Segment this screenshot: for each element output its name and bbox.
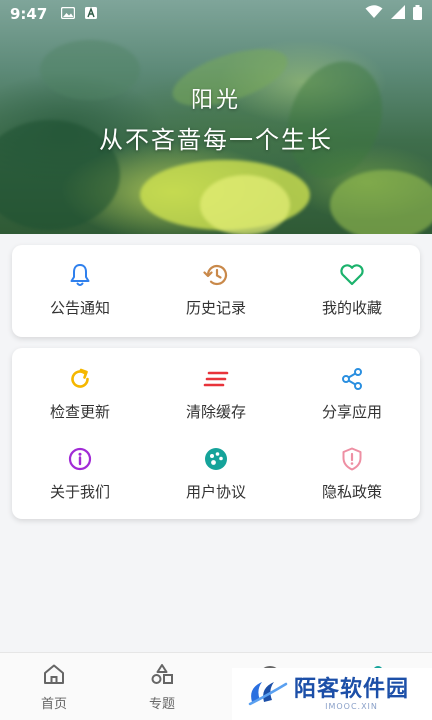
hero-line-2: 从不吝啬每一个生长 xyxy=(99,126,333,154)
watermark-title: 陌客软件园 xyxy=(294,676,410,702)
quick-actions-card: 公告通知 历史记录 我的收藏 xyxy=(12,245,420,337)
hero-poem: 阳光 从不吝啬每一个生长 xyxy=(0,82,432,155)
nav-topics[interactable]: 专题 xyxy=(108,653,216,720)
favorites-label: 我的收藏 xyxy=(321,299,382,317)
history-icon xyxy=(203,262,229,288)
history-button[interactable]: 历史记录 xyxy=(148,245,284,337)
status-bar: 9:47 xyxy=(0,0,432,28)
status-time: 9:47 xyxy=(10,5,48,23)
nav-home[interactable]: 首页 xyxy=(0,653,108,720)
header-banner: 9:47 阳光 从不吝啬每一个生长 xyxy=(0,0,432,234)
notice-label: 公告通知 xyxy=(49,299,110,317)
heart-icon xyxy=(339,262,365,288)
battery-icon xyxy=(413,4,422,24)
clear-cache-icon xyxy=(203,366,229,392)
clear-cache-button[interactable]: 清除缓存 xyxy=(148,350,284,430)
about-us-button[interactable]: 关于我们 xyxy=(12,430,148,510)
share-app-label: 分享应用 xyxy=(321,403,382,421)
wifi-icon xyxy=(365,5,383,23)
home-icon xyxy=(42,663,66,689)
notice-button[interactable]: 公告通知 xyxy=(12,245,148,337)
user-agreement-button[interactable]: 用户协议 xyxy=(148,430,284,510)
favorites-button[interactable]: 我的收藏 xyxy=(284,245,420,337)
check-update-button[interactable]: 检查更新 xyxy=(12,350,148,430)
hero-line-1: 阳光 xyxy=(190,88,241,113)
bell-icon xyxy=(67,262,93,288)
privacy-policy-button[interactable]: 隐私政策 xyxy=(284,430,420,510)
image-notification-icon xyxy=(61,5,76,23)
clear-cache-label: 清除缓存 xyxy=(185,403,246,421)
watermark-subtitle: IMOOC.XIN xyxy=(325,701,378,711)
check-update-label: 检查更新 xyxy=(49,403,110,421)
shapes-icon xyxy=(150,663,174,689)
user-agreement-label: 用户协议 xyxy=(185,483,246,501)
nav-home-label: 首页 xyxy=(40,697,67,712)
about-us-label: 关于我们 xyxy=(49,483,110,501)
settings-card: 检查更新 清除缓存 分享应用 关于我们 用户协议 隐私政策 xyxy=(12,348,420,519)
privacy-policy-label: 隐私政策 xyxy=(321,483,382,501)
share-icon xyxy=(339,366,365,392)
share-app-button[interactable]: 分享应用 xyxy=(284,350,420,430)
watermark: 陌客软件园 IMOOC.XIN xyxy=(232,668,432,720)
shield-icon xyxy=(339,446,365,472)
nav-topics-label: 专题 xyxy=(148,697,175,712)
refresh-icon xyxy=(67,366,93,392)
palette-icon xyxy=(203,446,229,472)
history-label: 历史记录 xyxy=(185,299,246,317)
signal-icon xyxy=(391,5,405,23)
info-icon xyxy=(67,446,93,472)
watermark-logo-icon xyxy=(246,676,288,712)
font-notification-icon xyxy=(85,5,98,23)
